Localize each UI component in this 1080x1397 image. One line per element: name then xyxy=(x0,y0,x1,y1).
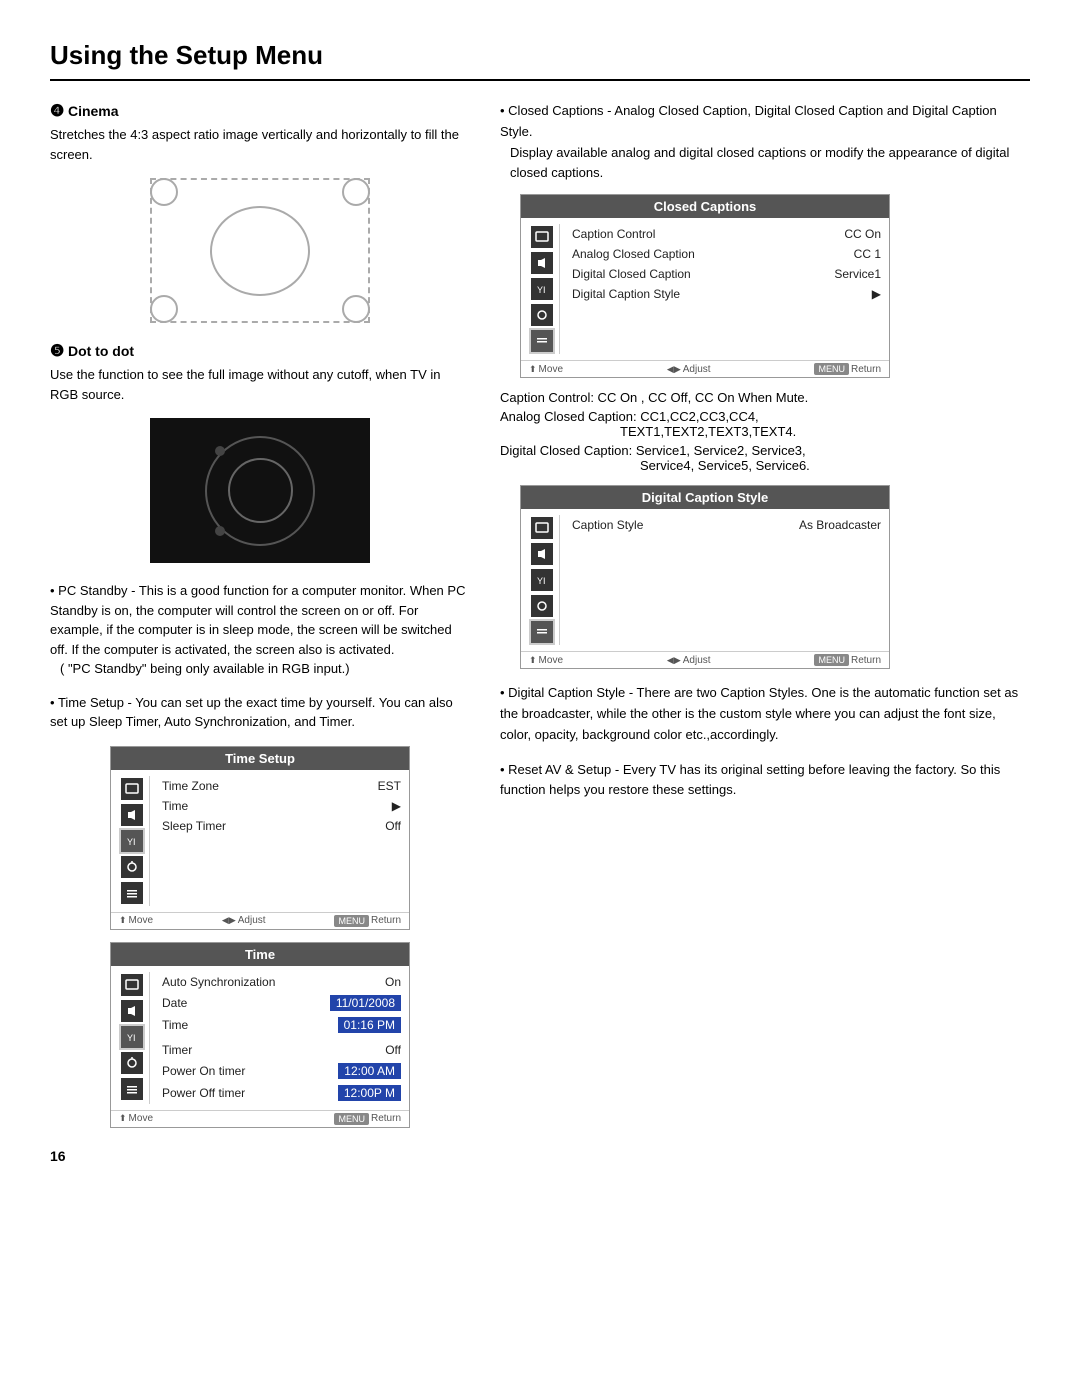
svg-text:YI: YI xyxy=(127,837,136,847)
date-row: Date 11/01/2008 xyxy=(158,992,405,1014)
icon-cc-time: YI xyxy=(531,278,553,300)
icon-setup2 xyxy=(121,1078,143,1100)
digital-caption-style-row: Digital Caption Style ▶ xyxy=(568,284,885,304)
time-setup-panel: Time Setup YI xyxy=(110,746,410,930)
digital-caption-info: Digital Closed Caption: Service1, Servic… xyxy=(500,443,1030,473)
page-title: Using the Setup Menu xyxy=(50,40,1030,81)
dot-section: ❺ Dot to dot Use the function to see the… xyxy=(50,341,470,563)
dot-image xyxy=(150,418,370,563)
svg-text:YI: YI xyxy=(127,1033,136,1043)
footer-cc-move: ⬆Move xyxy=(529,363,563,375)
cinema-section: ❹ Cinema Stretches the 4:3 aspect ratio … xyxy=(50,101,470,323)
pc-standby-text: PC Standby - This is a good function for… xyxy=(50,583,465,657)
footer-dcs-move: ⬆Move xyxy=(529,654,563,666)
caption-style-row: Caption Style As Broadcaster xyxy=(568,515,885,535)
time-panel-title: Time xyxy=(111,943,409,966)
cinema-number: ❹ xyxy=(50,103,64,120)
cc-panel-rows: Caption Control CC On Analog Closed Capt… xyxy=(568,224,885,354)
time-val-row: Time 01:16 PM xyxy=(158,1014,405,1036)
right-column: • Closed Captions - Analog Closed Captio… xyxy=(500,101,1030,1164)
icon-dcs-audio xyxy=(531,543,553,565)
time-panel-rows: Auto Synchronization On Date 11/01/2008 … xyxy=(158,972,405,1104)
dot-number: ❺ xyxy=(50,343,64,360)
caption-control-info: Caption Control: CC On , CC Off, CC On W… xyxy=(500,390,1030,405)
time-row: Time ▶ xyxy=(158,796,405,816)
icon-audio xyxy=(121,804,143,826)
reset-bullet: • Reset AV & Setup - Every TV has its or… xyxy=(500,760,1030,802)
time-zone-row: Time Zone EST xyxy=(158,776,405,796)
time-setup-section: • Time Setup - You can set up the exact … xyxy=(50,693,470,732)
icon-channel2 xyxy=(121,1052,143,1074)
time-panel: Time YI xyxy=(110,942,410,1128)
power-off-row: Power Off timer 12:00P M xyxy=(158,1082,405,1104)
digital-caption-style-panel: Digital Caption Style YI xyxy=(520,485,890,669)
footer-dcs-return: MENUReturn xyxy=(814,654,881,666)
cc-panel-icons: YI xyxy=(525,224,560,354)
time-setup-rows: Time Zone EST Time ▶ Sleep Timer Off xyxy=(158,776,405,906)
dcs-panel-footer: ⬆Move ◀▶Adjust MENUReturn xyxy=(521,651,889,668)
closed-captions-intro: • Closed Captions - Analog Closed Captio… xyxy=(500,101,1030,184)
icon-setup xyxy=(121,882,143,904)
dcs-panel-rows: Caption Style As Broadcaster xyxy=(568,515,885,645)
footer-move: ⬆Move xyxy=(119,915,153,927)
dcs-panel-icons: YI xyxy=(525,515,560,645)
icon-cc-picture xyxy=(531,226,553,248)
closed-captions-panel-title: Closed Captions xyxy=(521,195,889,218)
footer-adjust: ◀▶Adjust xyxy=(222,915,266,927)
footer-return2: MENUReturn xyxy=(334,1113,401,1125)
svg-text:YI: YI xyxy=(537,576,546,586)
time-panel-footer: ⬆Move MENUReturn xyxy=(111,1110,409,1127)
icon-dcs-channel xyxy=(531,595,553,617)
icon-time2: YI xyxy=(121,1026,143,1048)
footer-cc-return: MENUReturn xyxy=(814,363,881,375)
icon-cc-channel xyxy=(531,304,553,326)
icon-cc-audio xyxy=(531,252,553,274)
time-setup-footer: ⬆Move ◀▶Adjust MENUReturn xyxy=(111,912,409,929)
icon-time: YI xyxy=(121,830,143,852)
icon-channel xyxy=(121,856,143,878)
dot-body: Use the function to see the full image w… xyxy=(50,365,470,404)
auto-sync-row: Auto Synchronization On xyxy=(158,972,405,992)
cc-panel-footer: ⬆Move ◀▶Adjust MENUReturn xyxy=(521,360,889,377)
icon-dcs-setup xyxy=(531,621,553,643)
icon-picture xyxy=(121,778,143,800)
footer-move2: ⬆Move xyxy=(119,1113,153,1125)
digital-caption-row: Digital Closed Caption Service1 xyxy=(568,264,885,284)
dot-title: Dot to dot xyxy=(68,343,134,359)
closed-captions-desc: Display available analog and digital clo… xyxy=(500,143,1030,185)
icon-cc-setup xyxy=(531,330,553,352)
cinema-title: Cinema xyxy=(68,103,119,119)
closed-captions-intro-text: Closed Captions - Analog Closed Caption,… xyxy=(500,103,997,139)
timer-row: Timer Off xyxy=(158,1040,405,1060)
time-setup-panel-title: Time Setup xyxy=(111,747,409,770)
page-number: 16 xyxy=(50,1148,470,1164)
footer-cc-adjust: ◀▶Adjust xyxy=(667,363,711,375)
svg-text:YI: YI xyxy=(537,285,546,295)
digital-style-bullet: • Digital Caption Style - There are two … xyxy=(500,683,1030,745)
digital-caption-style-panel-title: Digital Caption Style xyxy=(521,486,889,509)
pc-standby-note: ( "PC Standby" being only available in R… xyxy=(50,659,470,679)
footer-dcs-adjust: ◀▶Adjust xyxy=(667,654,711,666)
analog-caption-info: Analog Closed Caption: CC1,CC2,CC3,CC4, … xyxy=(500,409,1030,439)
icon-dcs-picture xyxy=(531,517,553,539)
icon-picture2 xyxy=(121,974,143,996)
time-setup-icons: YI xyxy=(115,776,150,906)
cinema-body: Stretches the 4:3 aspect ratio image ver… xyxy=(50,125,470,164)
footer-return: MENUReturn xyxy=(334,915,401,927)
pc-standby-section: • PC Standby - This is a good function f… xyxy=(50,581,470,679)
sleep-timer-row: Sleep Timer Off xyxy=(158,816,405,836)
icon-audio2 xyxy=(121,1000,143,1022)
icon-dcs-time: YI xyxy=(531,569,553,591)
time-setup-text: Time Setup - You can set up the exact ti… xyxy=(50,695,453,730)
power-on-row: Power On timer 12:00 AM xyxy=(158,1060,405,1082)
analog-caption-row: Analog Closed Caption CC 1 xyxy=(568,244,885,264)
cinema-image xyxy=(150,178,370,323)
caption-control-row: Caption Control CC On xyxy=(568,224,885,244)
closed-captions-panel: Closed Captions YI xyxy=(520,194,890,378)
left-column: ❹ Cinema Stretches the 4:3 aspect ratio … xyxy=(50,101,470,1164)
time-panel-icons: YI xyxy=(115,972,150,1104)
